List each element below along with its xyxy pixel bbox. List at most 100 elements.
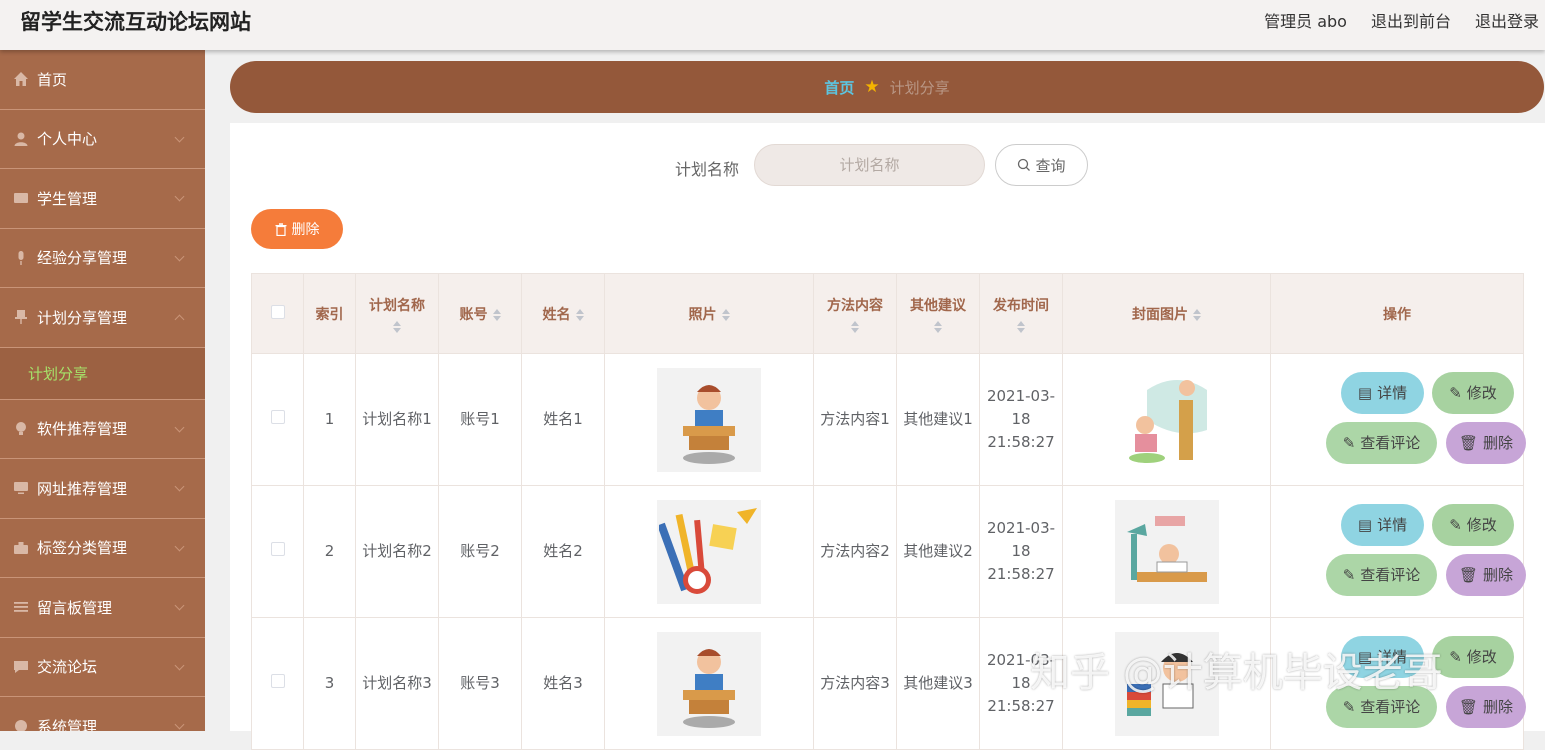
table-row: 1 计划名称1 账号1 姓名1 方法内容1 其他建议1 2021-03-18 2… xyxy=(251,353,1526,486)
detail-button[interactable]: ▤ 详情 xyxy=(1341,504,1424,546)
header-name[interactable]: 姓名 xyxy=(521,273,605,354)
sort-icon[interactable] xyxy=(934,320,942,333)
sort-icon[interactable] xyxy=(1017,320,1025,333)
cell-method: 方法内容1 xyxy=(813,353,897,486)
detail-label: 详情 xyxy=(1377,647,1408,666)
cell-index: 1 xyxy=(303,353,356,486)
sort-icon[interactable] xyxy=(851,320,859,333)
cell-advice: 其他建议1 xyxy=(896,353,980,486)
edit-button[interactable]: ✎ 修改 xyxy=(1432,636,1514,678)
header-method[interactable]: 方法内容 xyxy=(813,273,897,354)
sidebar: 首页 个人中心 学生管理 经验分享管理 计划分享管理 计划分享 软件推荐管理 网… xyxy=(0,50,205,731)
mic-icon xyxy=(12,249,30,267)
pencil-icon: ✎ xyxy=(1449,383,1462,402)
photo-student-desk xyxy=(657,367,761,472)
cell-cover xyxy=(1062,617,1271,750)
header-photo[interactable]: 照片 xyxy=(604,273,814,354)
chevron-down-icon xyxy=(174,719,185,730)
pencil-icon: ✎ xyxy=(1449,515,1462,534)
row-actions: ▤ 详情 ✎ 修改 ✎ 查看评论 🗑 删除 xyxy=(1271,486,1526,617)
cell-account: 账号2 xyxy=(438,485,522,618)
document-icon: ▤ xyxy=(1357,383,1373,402)
search-button-label: 查询 xyxy=(1035,156,1066,175)
header-plan-name[interactable]: 计划名称 xyxy=(355,273,439,354)
sidebar-item-experience[interactable]: 经验分享管理 xyxy=(0,229,205,288)
sidebar-item-label: 网址推荐管理 xyxy=(37,479,128,498)
row-checkbox[interactable] xyxy=(270,674,285,688)
row-checkbox[interactable] xyxy=(270,542,285,556)
delete-button[interactable]: 🗑 删除 xyxy=(1446,422,1526,464)
sidebar-item-tags[interactable]: 标签分类管理 xyxy=(0,519,205,578)
row-actions: ▤ 详情 ✎ 修改 ✎ 查看评论 🗑 删除 xyxy=(1271,618,1526,749)
trash-icon: 🗑 xyxy=(1458,433,1479,452)
row-checkbox[interactable] xyxy=(270,410,285,424)
delete-button[interactable]: 🗑 删除 xyxy=(1446,554,1526,596)
trash-icon: 🗑 xyxy=(1458,697,1479,716)
chevron-down-icon xyxy=(174,481,185,492)
cell-method: 方法内容2 xyxy=(813,485,897,618)
sidebar-item-students[interactable]: 学生管理 xyxy=(0,169,205,229)
header-method-label: 方法内容 xyxy=(827,297,883,314)
sidebar-subitem-plan-share[interactable]: 计划分享 xyxy=(0,347,205,400)
sort-icon[interactable] xyxy=(721,308,730,321)
batch-delete-button[interactable]: 删除 xyxy=(251,209,343,249)
sidebar-item-software[interactable]: 软件推荐管理 xyxy=(0,400,205,459)
search-icon xyxy=(1018,158,1031,171)
sidebar-item-plan-sharing[interactable]: 计划分享管理 xyxy=(0,288,205,348)
pencil-icon: ✎ xyxy=(1449,647,1462,666)
sidebar-item-label: 标签分类管理 xyxy=(37,539,128,558)
sidebar-item-personal-center[interactable]: 个人中心 xyxy=(0,110,205,169)
cell-photo xyxy=(604,353,814,486)
comment-label: 查看评论 xyxy=(1360,565,1421,584)
plan-table: 索引 计划名称 账号 姓名 照片 方法内容 其他建议 发布时间 封面图片 操作 … xyxy=(251,273,1526,750)
header-time[interactable]: 发布时间 xyxy=(979,273,1063,354)
edit-button[interactable]: ✎ 修改 xyxy=(1432,372,1514,414)
header-cover[interactable]: 封面图片 xyxy=(1062,273,1271,354)
sort-icon[interactable] xyxy=(575,308,584,321)
view-comments-button[interactable]: ✎ 查看评论 xyxy=(1326,554,1437,596)
sidebar-item-forum[interactable]: 交流论坛 xyxy=(0,638,205,697)
cell-account: 账号1 xyxy=(438,353,522,486)
pin-icon xyxy=(12,308,30,326)
search-button[interactable]: 查询 xyxy=(995,144,1088,186)
header-advice[interactable]: 其他建议 xyxy=(896,273,980,354)
view-comments-button[interactable]: ✎ 查看评论 xyxy=(1326,422,1437,464)
detail-label: 详情 xyxy=(1377,383,1408,402)
sidebar-item-websites[interactable]: 网址推荐管理 xyxy=(0,459,205,519)
sidebar-item-system[interactable]: 系统管理 xyxy=(0,697,205,731)
logout-link[interactable]: 退出登录 xyxy=(1475,8,1539,32)
cell-method: 方法内容3 xyxy=(813,617,897,750)
header-time-label: 发布时间 xyxy=(993,297,1049,314)
breadcrumb-current: 计划分享 xyxy=(889,78,950,97)
star-icon: ★ xyxy=(864,77,880,97)
top-header: 留学生交流互动论坛网站 管理员 abo 退出到前台 退出登录 xyxy=(0,0,1545,50)
pencil-icon: ✎ xyxy=(1342,433,1356,452)
sidebar-item-messages[interactable]: 留言板管理 xyxy=(0,578,205,638)
exit-to-front-link[interactable]: 退出到前台 xyxy=(1371,8,1451,32)
detail-button[interactable]: ▤ 详情 xyxy=(1341,372,1424,414)
row-select-cell xyxy=(251,353,304,486)
sort-icon[interactable] xyxy=(1193,308,1201,321)
plan-name-search-input[interactable] xyxy=(754,144,985,186)
id-card-icon xyxy=(12,189,30,207)
edit-label: 修改 xyxy=(1466,647,1497,666)
cell-name: 姓名3 xyxy=(521,617,605,750)
select-all-checkbox[interactable] xyxy=(270,304,285,319)
sort-icon[interactable] xyxy=(492,308,501,321)
sidebar-item-label: 首页 xyxy=(37,70,68,89)
view-comments-button[interactable]: ✎ 查看评论 xyxy=(1326,686,1437,728)
sidebar-item-home[interactable]: 首页 xyxy=(0,50,205,110)
detail-button[interactable]: ▤ 详情 xyxy=(1341,636,1424,678)
cover-reading-books xyxy=(1114,631,1219,736)
sort-icon[interactable] xyxy=(393,320,401,333)
table-header-row: 索引 计划名称 账号 姓名 照片 方法内容 其他建议 发布时间 封面图片 操作 xyxy=(251,273,1524,354)
delete-button[interactable]: 🗑 删除 xyxy=(1446,686,1526,728)
chevron-down-icon xyxy=(174,422,185,432)
edit-button[interactable]: ✎ 修改 xyxy=(1432,504,1514,546)
header-account[interactable]: 账号 xyxy=(438,273,522,354)
breadcrumb-home[interactable]: 首页 xyxy=(824,77,854,98)
document-icon: ▤ xyxy=(1357,515,1373,534)
search-label: 计划名称 xyxy=(675,160,740,179)
cell-name: 姓名1 xyxy=(521,353,605,486)
cell-time: 2021-03-18 21:58:27 xyxy=(979,485,1063,618)
